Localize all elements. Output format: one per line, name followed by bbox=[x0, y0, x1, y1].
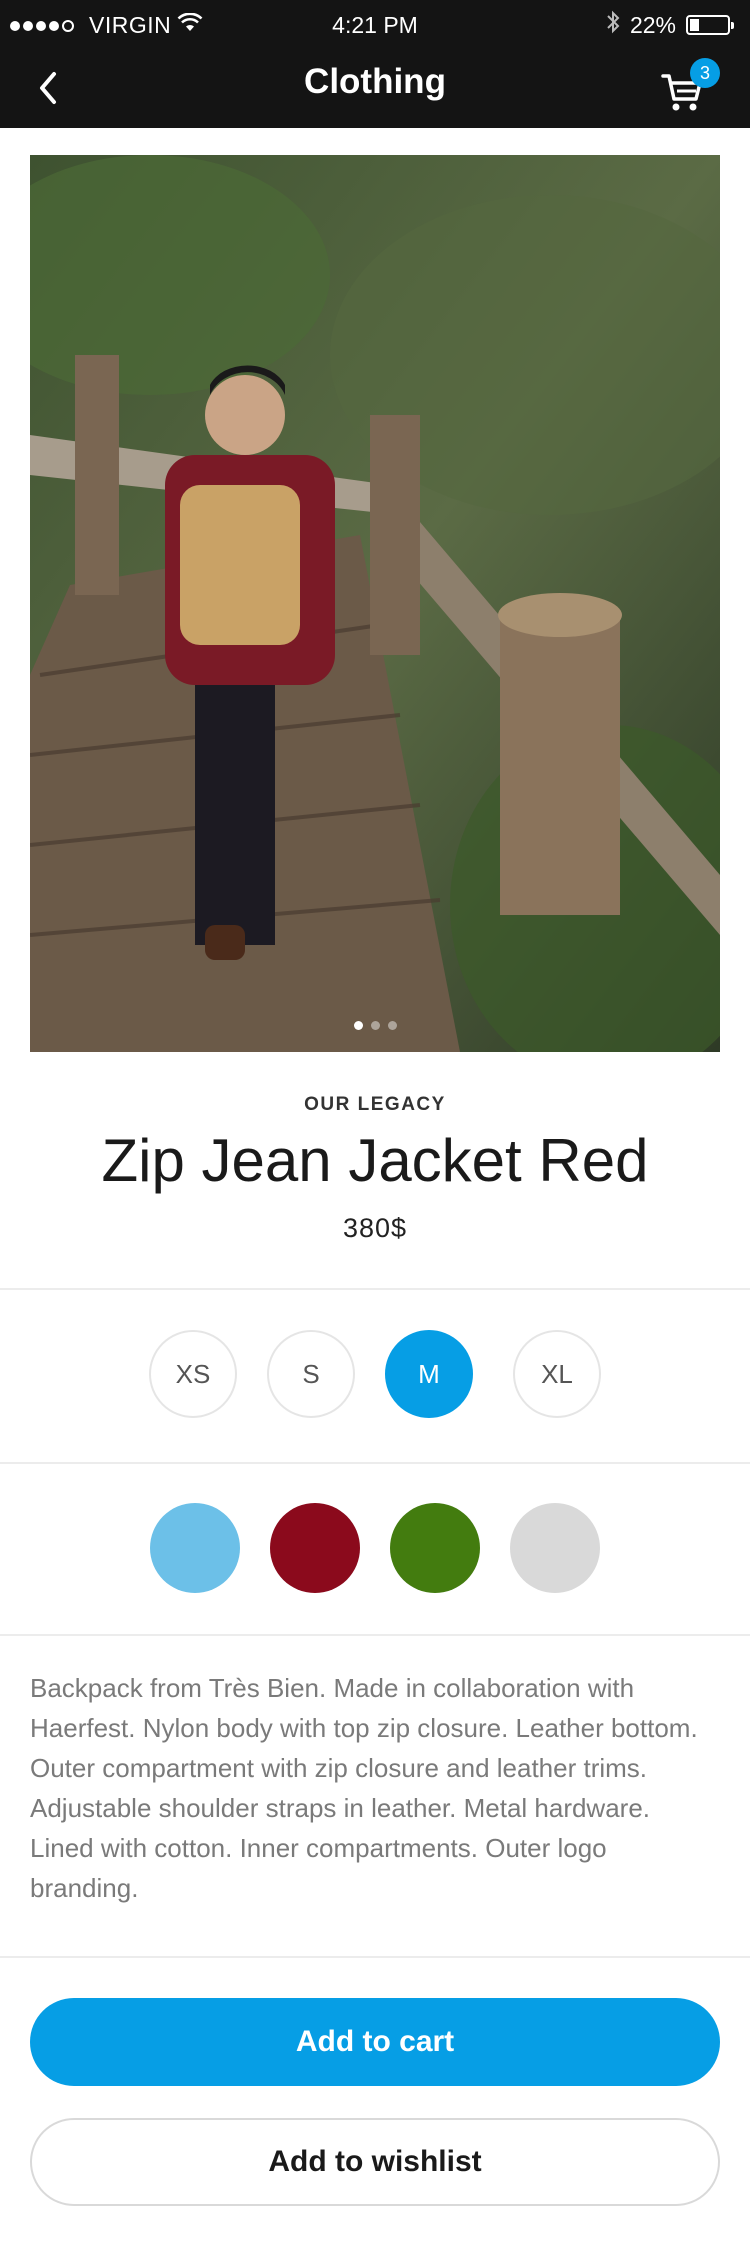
product-image[interactable] bbox=[30, 155, 720, 1052]
pager-dot bbox=[370, 1021, 380, 1030]
cart-count-badge: 3 bbox=[690, 58, 720, 88]
status-bar: VIRGIN 4:21 PM 22% bbox=[0, 0, 750, 50]
add-to-cart-button[interactable]: Add to cart bbox=[30, 1998, 720, 2086]
status-right: 22% bbox=[606, 10, 734, 40]
size-option-s[interactable]: S bbox=[267, 1330, 355, 1418]
product-brand: OUR LEGACY bbox=[304, 1094, 446, 1115]
image-pager[interactable] bbox=[30, 1021, 720, 1030]
product-price: 380$ bbox=[342, 1213, 408, 1243]
divider bbox=[0, 1634, 750, 1636]
size-selector: XS S M XL bbox=[0, 1330, 750, 1418]
add-to-wishlist-button[interactable]: Add to wishlist bbox=[30, 2118, 720, 2206]
pager-dot bbox=[387, 1021, 397, 1030]
size-option-xs[interactable]: XS bbox=[149, 1330, 237, 1418]
product-photo bbox=[30, 155, 720, 1052]
product-description: Backpack from Très Bien. Made in collabo… bbox=[30, 1673, 698, 1903]
divider bbox=[0, 1288, 750, 1290]
cart-button[interactable]: 3 bbox=[660, 58, 720, 114]
color-swatch-dark-red[interactable] bbox=[270, 1503, 360, 1593]
battery-percent: 22% bbox=[629, 11, 676, 38]
app-header: VIRGIN 4:21 PM 22% Clothing 3 bbox=[0, 0, 750, 128]
divider bbox=[0, 1956, 750, 1958]
battery-icon bbox=[686, 15, 734, 35]
pager-dot bbox=[353, 1021, 363, 1030]
color-swatch-light-blue[interactable] bbox=[150, 1503, 240, 1593]
size-option-xl[interactable]: XL bbox=[513, 1330, 601, 1418]
color-swatch-green[interactable] bbox=[390, 1503, 480, 1593]
bluetooth-icon bbox=[606, 10, 620, 40]
color-swatch-light-gray[interactable] bbox=[510, 1503, 600, 1593]
divider bbox=[0, 1462, 750, 1464]
page-title: Clothing bbox=[304, 62, 446, 101]
product-name: Zip Jean Jacket Red bbox=[101, 1127, 649, 1194]
color-selector bbox=[0, 1503, 750, 1593]
navigation-bar: Clothing 3 bbox=[0, 50, 750, 128]
size-option-m[interactable]: M bbox=[385, 1330, 473, 1418]
